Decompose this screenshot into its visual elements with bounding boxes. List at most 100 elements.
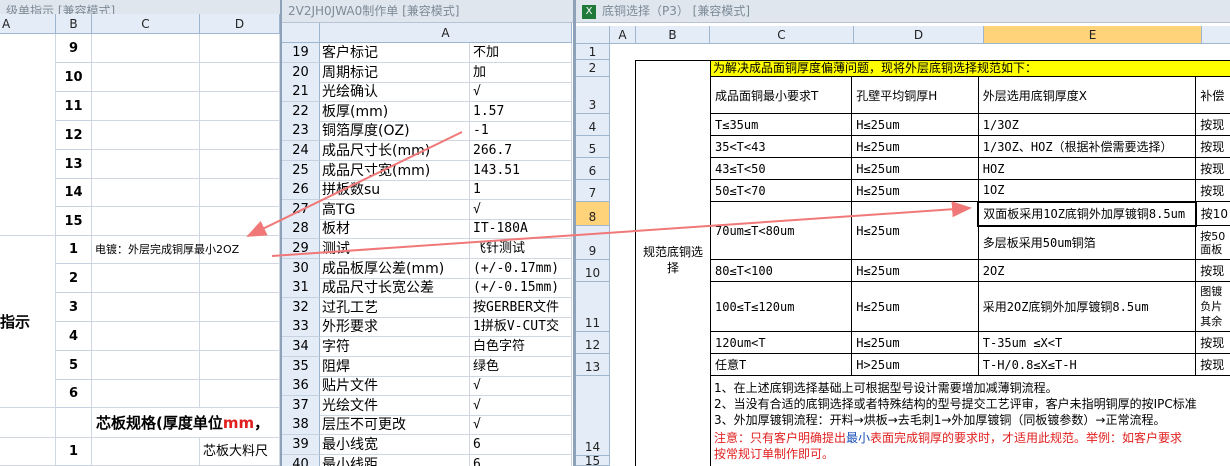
- grid-cell[interactable]: [200, 63, 280, 92]
- field-value[interactable]: 1: [470, 180, 572, 201]
- select-all-corner[interactable]: [282, 23, 320, 43]
- select-all-corner[interactable]: [576, 26, 610, 44]
- row-number[interactable]: 3: [56, 293, 92, 322]
- row-number[interactable]: 40: [282, 454, 320, 466]
- col-header-a[interactable]: A: [0, 14, 56, 34]
- field-value[interactable]: √: [470, 395, 572, 416]
- row-number[interactable]: 13: [576, 354, 610, 376]
- field-value[interactable]: (+/-0.15mm): [470, 278, 572, 299]
- grid-cell[interactable]: [92, 179, 200, 207]
- spec-cell[interactable]: 1/3OZ、HOZ（根据补偿需要选择）: [977, 135, 1197, 158]
- spec-cell[interactable]: 1OZ: [977, 179, 1197, 202]
- row-number[interactable]: 9: [576, 226, 610, 260]
- grid-cell[interactable]: [200, 121, 280, 150]
- row-number[interactable]: 6: [56, 380, 92, 408]
- grid-cell[interactable]: [200, 179, 280, 207]
- row-number[interactable]: 34: [282, 337, 320, 357]
- field-label[interactable]: 字符: [320, 337, 470, 357]
- row-number[interactable]: 8: [576, 202, 610, 226]
- field-label[interactable]: 客户标记: [320, 43, 470, 63]
- spec-cell[interactable]: 按10: [1195, 201, 1230, 226]
- spec-cell[interactable]: H>25um: [851, 353, 979, 376]
- row-number[interactable]: 32: [282, 297, 320, 318]
- field-label[interactable]: 成品尺寸长(mm): [320, 141, 470, 161]
- col-header-c[interactable]: C: [92, 14, 200, 34]
- row-number[interactable]: 7: [576, 180, 610, 202]
- spec-cell[interactable]: 1/3OZ: [977, 113, 1197, 136]
- row-number[interactable]: 13: [56, 150, 92, 179]
- spec-cell[interactable]: T-H/0.8≤X≤T-H: [977, 353, 1197, 376]
- row-number[interactable]: 21: [282, 82, 320, 103]
- core-spec-b[interactable]: [56, 408, 92, 438]
- field-label[interactable]: 周期标记: [320, 62, 470, 83]
- row-number[interactable]: 33: [282, 317, 320, 338]
- grid-cell[interactable]: [200, 264, 280, 293]
- spec-cell[interactable]: 采用2OZ底铜外加厚镀铜8.5um: [977, 281, 1197, 332]
- workbook-window-1[interactable]: 级单指示 [兼容模式] A B C D 9 10 11 12 13 14 15 1 2 3 4 5 6 …: [0, 0, 280, 466]
- grid-cell[interactable]: [200, 150, 280, 179]
- grid-cell[interactable]: [92, 351, 200, 380]
- field-value[interactable]: 飞针测试: [470, 239, 572, 259]
- row-number[interactable]: 22: [282, 101, 320, 122]
- core-spec-a[interactable]: [0, 408, 56, 438]
- row-number[interactable]: 9: [56, 34, 92, 63]
- row-number[interactable]: 11: [56, 92, 92, 121]
- spec-cell[interactable]: 2OZ: [977, 259, 1197, 282]
- grid-cell[interactable]: [200, 92, 280, 121]
- field-label[interactable]: 层压不可更改: [320, 415, 470, 436]
- field-label[interactable]: 最小线距: [320, 454, 470, 466]
- field-value[interactable]: 按GERBER文件: [470, 297, 572, 318]
- field-label[interactable]: 光绘确认: [320, 82, 470, 103]
- field-label[interactable]: 铜箔厚度(OZ): [320, 121, 470, 142]
- field-value[interactable]: 1.57: [470, 101, 572, 122]
- row-number[interactable]: 12: [576, 332, 610, 354]
- spec-cell[interactable]: 43≤T<50: [709, 157, 853, 180]
- col-header-e[interactable]: E: [984, 26, 1202, 44]
- row-number[interactable]: 23: [282, 121, 320, 142]
- spec-cell[interactable]: HOZ: [977, 157, 1197, 180]
- field-value[interactable]: 143.51: [470, 160, 572, 181]
- row-number[interactable]: 3: [576, 77, 610, 114]
- field-value[interactable]: 绿色: [470, 356, 572, 377]
- col-header-d[interactable]: D: [200, 14, 280, 34]
- field-label[interactable]: 成品尺寸长宽公差: [320, 278, 470, 299]
- grid-cell[interactable]: [92, 380, 200, 408]
- spec-cell[interactable]: 按现: [1195, 157, 1230, 180]
- field-value[interactable]: 不加: [470, 43, 572, 63]
- spec-cell[interactable]: 35<T<43: [709, 135, 853, 158]
- grid-cell[interactable]: [92, 150, 200, 179]
- grid-cell[interactable]: [92, 207, 200, 236]
- row-number[interactable]: 37: [282, 395, 320, 416]
- workbook-window-2[interactable]: 2V2JH0JWA0制作单 [兼容模式] A 19 客户标记 不加 20 周期标记加 21…: [280, 0, 574, 466]
- spec-cell[interactable]: H≤25um: [851, 331, 979, 354]
- row-number[interactable]: 39: [282, 435, 320, 455]
- field-label[interactable]: 板材: [320, 219, 470, 240]
- spec-cell[interactable]: 图镀 负片 其余: [1195, 281, 1230, 332]
- spec-cell[interactable]: 按现: [1195, 331, 1230, 354]
- grid-cell[interactable]: [200, 380, 280, 408]
- grid-cell[interactable]: [200, 322, 280, 351]
- field-label[interactable]: 过孔工艺: [320, 297, 470, 318]
- spec-cell[interactable]: H≤25um: [851, 135, 979, 158]
- spec-cell[interactable]: T-35um ≤X<T: [977, 331, 1197, 354]
- last-row-a[interactable]: [0, 438, 56, 466]
- row-number[interactable]: 1: [576, 44, 610, 60]
- spec-cell[interactable]: 按现: [1195, 113, 1230, 136]
- field-label[interactable]: 外形要求: [320, 317, 470, 338]
- spec-cell[interactable]: 70um≤T<80um: [709, 201, 853, 260]
- field-value[interactable]: (+/-0.17mm): [470, 258, 572, 279]
- field-label[interactable]: 成品板厚公差(mm): [320, 258, 470, 279]
- spec-cell[interactable]: 100≤T≤120um: [709, 281, 853, 332]
- field-value[interactable]: 6: [470, 454, 572, 466]
- field-label[interactable]: 贴片文件: [320, 376, 470, 397]
- row-number[interactable]: 5: [56, 351, 92, 380]
- spec-cell[interactable]: H≤25um: [851, 179, 979, 202]
- col-header-a[interactable]: A: [610, 26, 636, 44]
- row-number[interactable]: 24: [282, 141, 320, 161]
- spec-cell[interactable]: H≤25um: [851, 201, 979, 260]
- col-header-b[interactable]: B: [56, 14, 92, 34]
- spec-cell[interactable]: 按现: [1195, 353, 1230, 376]
- spec-cell[interactable]: H≤25um: [851, 113, 979, 136]
- row-number[interactable]: 5: [576, 136, 610, 158]
- row-number[interactable]: 20: [282, 62, 320, 83]
